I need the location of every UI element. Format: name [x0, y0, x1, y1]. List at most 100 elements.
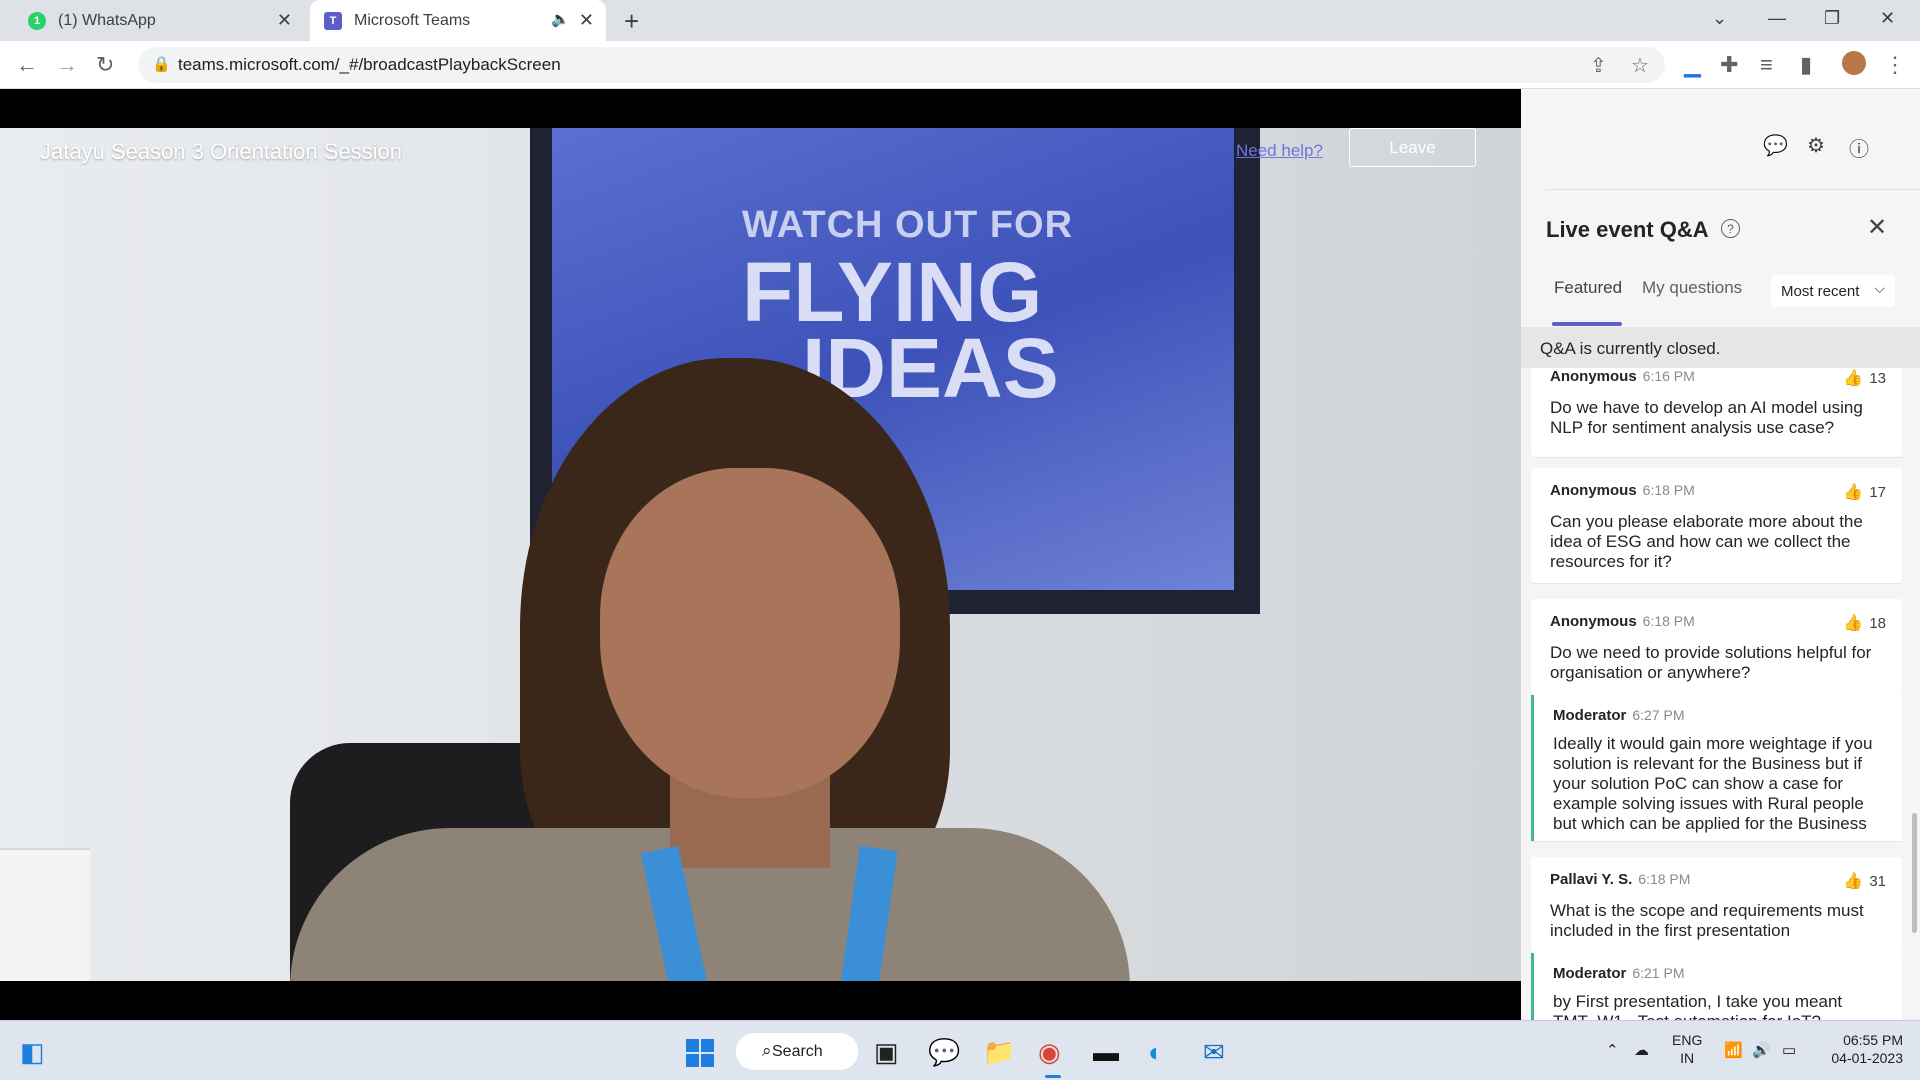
terminal-icon[interactable]: ▬	[1093, 1037, 1119, 1068]
browser-toolbar: ← → ↻ 🔒 teams.microsoft.com/_#/broadcast…	[0, 41, 1920, 89]
browser-tab-strip: 1 (1) WhatsApp ✕ T Microsoft Teams 🔈 ✕ +…	[0, 0, 1920, 41]
qa-closed-banner: Q&A is currently closed.	[1521, 327, 1920, 368]
chrome-icon[interactable]: ◉	[1038, 1037, 1061, 1068]
tab-teams[interactable]: T Microsoft Teams 🔈 ✕	[310, 0, 606, 41]
like-button[interactable]: 👍 18	[1843, 613, 1886, 633]
teams-chat-icon[interactable]: 💬	[928, 1037, 960, 1068]
chevron-up-icon[interactable]: ⌃	[1606, 1041, 1619, 1059]
address-bar[interactable]: 🔒 teams.microsoft.com/_#/broadcastPlayba…	[138, 47, 1665, 83]
event-title: Jatayu Season 3 Orientation Session	[40, 139, 403, 164]
scrollbar-thumb[interactable]	[1912, 813, 1917, 933]
profile-avatar[interactable]	[1842, 51, 1866, 75]
moderator-answer: Moderator 6:21 PM by First presentation, …	[1531, 953, 1902, 1020]
mail-icon[interactable]: ✉	[1203, 1037, 1225, 1068]
qa-chat-icon[interactable]: 💬	[1763, 133, 1788, 158]
teams-icon: T	[324, 11, 342, 30]
video-frame: WATCH OUT FOR FLYING IDEAS	[0, 128, 1521, 981]
back-icon[interactable]: ←	[16, 52, 38, 78]
like-button[interactable]: 👍 31	[1843, 871, 1886, 891]
question-author: Pallavi Y. S. 6:18 PM	[1550, 871, 1691, 888]
thumbs-up-icon: 👍	[1843, 615, 1864, 632]
close-icon[interactable]: ✕	[277, 10, 292, 31]
tab-my-questions[interactable]: My questions	[1642, 278, 1742, 298]
reload-icon[interactable]: ↻	[96, 52, 114, 78]
answer-author: Moderator 6:27 PM	[1553, 707, 1685, 724]
question-list[interactable]: Anonymous 6:16 PM 👍 13 Do we have to devel…	[1521, 368, 1920, 1020]
question-card[interactable]: Anonymous 6:18 PM 👍 17 Can you please elab…	[1531, 468, 1902, 583]
file-explorer-icon[interactable]: 📁	[983, 1037, 1015, 1068]
question-card[interactable]: Anonymous 6:18 PM 👍 18 Do we need to provi…	[1531, 599, 1902, 695]
widgets-icon[interactable]: ◧	[20, 1037, 45, 1068]
bookmark-star-icon[interactable]: ☆	[1631, 53, 1649, 78]
wifi-icon[interactable]: 📶	[1724, 1041, 1743, 1059]
qa-title: Live event Q&A	[1546, 217, 1709, 242]
question-author: Anonymous 6:16 PM	[1550, 368, 1695, 385]
answer-text: by First presentation, I take you meant …	[1553, 992, 1843, 1020]
question-text: Do we have to develop an AI model using …	[1550, 398, 1863, 437]
clock[interactable]: 06:55 PM 04-01-2023	[1825, 1031, 1903, 1067]
presenter-face	[600, 468, 900, 798]
task-view-icon[interactable]: ▣	[874, 1037, 899, 1068]
sort-label: Most recent	[1781, 282, 1860, 300]
edge-icon[interactable]: ◐	[1148, 1037, 1164, 1068]
window-close-icon[interactable]: ✕	[1880, 8, 1895, 29]
search-icon: ⌕	[762, 1041, 772, 1060]
tab-label: Microsoft Teams	[354, 11, 471, 29]
tab-featured[interactable]: Featured	[1554, 278, 1622, 298]
minimize-icon[interactable]: —	[1768, 8, 1786, 29]
whatsapp-icon: 1	[28, 11, 46, 30]
tab-search-icon[interactable]: ⌄	[1712, 8, 1727, 29]
active-app-indicator	[1045, 1075, 1061, 1078]
moderator-answer: Moderator 6:27 PM Ideally it would gain m…	[1531, 695, 1902, 841]
volume-icon[interactable]: 🔊	[1752, 1041, 1771, 1059]
onedrive-cloud-icon[interactable]: ☁	[1634, 1041, 1649, 1059]
restore-icon[interactable]: ❐	[1824, 8, 1840, 29]
speaker-icon[interactable]: 🔈	[551, 10, 570, 28]
like-button[interactable]: 👍 13	[1843, 368, 1886, 388]
new-tab-icon[interactable]: +	[624, 6, 639, 37]
question-card[interactable]: Pallavi Y. S. 6:18 PM 👍 31 What is the sco…	[1531, 857, 1902, 953]
answer-text: Ideally it would gain more weightage if …	[1553, 734, 1873, 833]
forward-icon[interactable]: →	[56, 52, 78, 78]
question-text: Can you please elaborate more about the …	[1550, 512, 1863, 571]
media-queue-icon[interactable]: ≡	[1760, 52, 1773, 78]
need-help-link[interactable]: Need help?	[1236, 141, 1323, 161]
desk	[0, 848, 90, 981]
battery-icon[interactable]: ▭	[1782, 1041, 1796, 1059]
menu-kebab-icon[interactable]: ⋮	[1884, 52, 1906, 78]
side-panel-icon[interactable]: ▮	[1800, 52, 1812, 78]
active-tab-indicator	[1552, 322, 1622, 326]
question-author: Anonymous 6:18 PM	[1550, 482, 1695, 499]
extensions-puzzle-icon[interactable]: ✚	[1720, 52, 1738, 78]
question-card[interactable]: Anonymous 6:16 PM 👍 13 Do we have to devel…	[1531, 368, 1902, 457]
taskbar: ◧ ⌕ Search ▣ 💬 📁 ◉ ▬ ◐ ✉ ⌃ ☁ ENG IN 📶 🔊 …	[0, 1020, 1920, 1080]
taskbar-search[interactable]: ⌕ Search	[736, 1033, 858, 1070]
video-player[interactable]: WATCH OUT FOR FLYING IDEAS Jatayu Season…	[0, 89, 1521, 1020]
start-button[interactable]	[686, 1039, 714, 1067]
help-icon[interactable]: ?	[1721, 219, 1740, 238]
thumbs-up-icon: 👍	[1843, 873, 1864, 890]
lock-icon[interactable]: 🔒	[152, 55, 171, 73]
close-icon[interactable]: ✕	[1867, 213, 1887, 242]
close-icon[interactable]: ✕	[579, 10, 594, 31]
sort-dropdown[interactable]: Most recent ⌵	[1771, 275, 1895, 307]
question-author: Anonymous 6:18 PM	[1550, 613, 1695, 630]
share-icon[interactable]: ⇪	[1590, 53, 1607, 78]
language-indicator[interactable]: ENG IN	[1672, 1031, 1702, 1067]
tab-label: (1) WhatsApp	[58, 11, 156, 29]
question-text: What is the scope and requirements must …	[1550, 901, 1864, 940]
extension-bar-icon[interactable]: ▁	[1684, 52, 1701, 78]
chevron-down-icon: ⌵	[1874, 280, 1885, 296]
gear-icon[interactable]: ⚙	[1807, 133, 1825, 158]
search-label: Search	[772, 1042, 823, 1060]
qa-panel: 💬 ⚙ ⓘ Live event Q&A ? ✕ Featured My que…	[1521, 89, 1920, 1020]
thumbs-up-icon: 👍	[1843, 370, 1864, 387]
answer-author: Moderator 6:21 PM	[1553, 965, 1685, 982]
question-text: Do we need to provide solutions helpful …	[1550, 643, 1872, 682]
url-text[interactable]: teams.microsoft.com/_#/broadcastPlayback…	[178, 55, 561, 75]
poster-text: WATCH OUT FOR	[742, 204, 1074, 246]
like-button[interactable]: 👍 17	[1843, 482, 1886, 502]
leave-button[interactable]: Leave	[1349, 128, 1476, 167]
info-icon[interactable]: ⓘ	[1849, 133, 1869, 162]
tab-whatsapp[interactable]: 1 (1) WhatsApp ✕	[14, 0, 304, 41]
